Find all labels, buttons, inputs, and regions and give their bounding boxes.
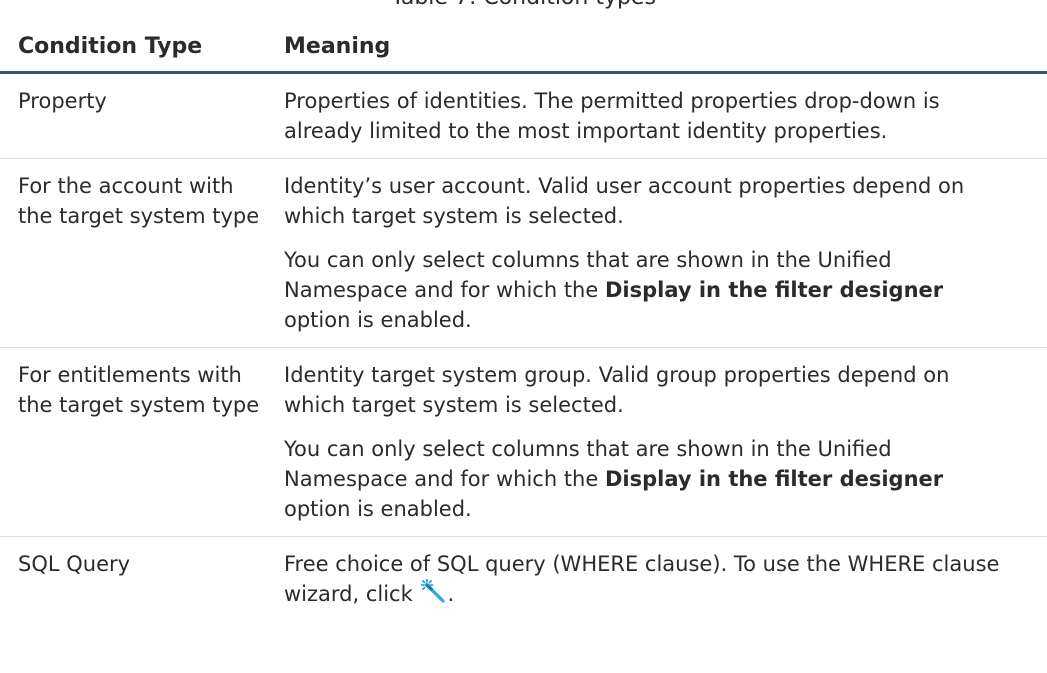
meaning-cell: Identity target system group. Valid grou… (266, 347, 1047, 537)
note-text-after: option is enabled. (284, 308, 472, 332)
condition-cell: For entitlements with the target system … (0, 347, 266, 537)
condition-cell: For the account with the target system t… (0, 158, 266, 348)
table-caption: Table 7: Condition types (0, 0, 1047, 12)
magic-wand-icon[interactable] (421, 578, 447, 605)
table-row-account: For the account with the target system t… (0, 158, 1047, 348)
table-caption-text: Table 7: Condition types (391, 0, 656, 10)
meaning-cell: Identity’s user account. Valid user acco… (266, 158, 1047, 348)
meaning-paragraph-note: You can only select columns that are sho… (284, 434, 1013, 524)
table-row-entitlements: For entitlements with the target system … (0, 347, 1047, 537)
condition-cell: Property (0, 72, 266, 159)
table-row-sql-query: SQL Query Free choice of SQL query (WHER… (0, 537, 1047, 622)
meaning-paragraph-note: You can only select columns that are sho… (284, 245, 1013, 335)
table-header-row: Condition Type Meaning (0, 20, 1047, 74)
meaning-cell: Free choice of SQL query (WHERE clause).… (266, 537, 1047, 622)
meaning-paragraph: Identity’s user account. Valid user acco… (284, 174, 965, 228)
meaning-paragraph: Free choice of SQL query (WHERE clause).… (284, 549, 1013, 609)
table-row-property: Property Properties of identities. The p… (0, 72, 1047, 159)
meaning-cell: Properties of identities. The permitted … (266, 72, 1047, 159)
option-name: Display in the filter designer (604, 278, 944, 302)
sql-text-before: Free choice of SQL query (WHERE clause).… (284, 552, 1000, 606)
header-condition-type: Condition Type (0, 20, 266, 74)
condition-cell: SQL Query (18, 552, 131, 576)
note-text-after: option is enabled. (284, 497, 472, 521)
sql-text-after: . (447, 582, 455, 606)
option-name: Display in the filter designer (604, 467, 944, 491)
condition-types-table: Condition Type Meaning Property Properti… (0, 20, 1047, 621)
meaning-paragraph: Properties of identities. The permitted … (284, 89, 940, 143)
meaning-paragraph: Identity target system group. Valid grou… (284, 363, 950, 417)
header-meaning: Meaning (266, 20, 1047, 74)
